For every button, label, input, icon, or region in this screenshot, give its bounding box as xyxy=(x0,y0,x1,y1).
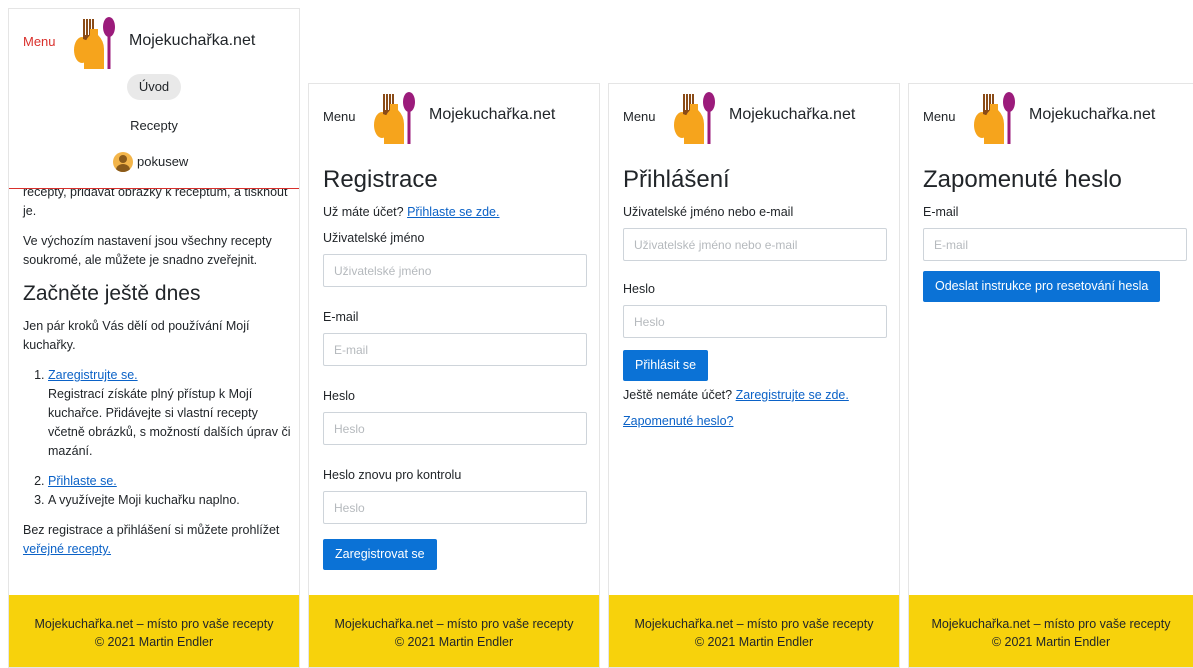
register-screen: Menu Mojekuchařka.net Registrace Už máte… xyxy=(308,83,600,668)
password-label: Heslo xyxy=(623,282,655,296)
username: pokusew xyxy=(137,154,189,169)
footer-tagline: Mojekuchařka.net – místo pro vaše recept… xyxy=(634,617,874,631)
email-field[interactable] xyxy=(923,228,1187,261)
have-account-text: Už máte účet? xyxy=(323,205,404,219)
footer-copyright: © 2021 Martin Endler xyxy=(694,635,814,649)
register-link[interactable]: Zaregistrujte se zde. xyxy=(736,388,849,402)
footer: Mojekuchařka.net – místo pro vaše recept… xyxy=(909,595,1193,667)
email-label: E-mail xyxy=(323,310,359,324)
email-label: E-mail xyxy=(923,205,959,219)
nav-item-home[interactable]: Úvod xyxy=(127,74,181,100)
steps-list: Zaregistrujte se. Registrací získáte pln… xyxy=(23,366,293,510)
have-account-line: Už máte účet? Přihlaste se zde. xyxy=(323,204,587,220)
header: Menu Mojekuchařka.net xyxy=(309,84,599,150)
outro-paragraph: Bez registrace a přihlášení si můžete pr… xyxy=(23,521,293,559)
login-screen: Menu Mojekuchařka.net Přihlášení Uživate… xyxy=(608,83,900,668)
password-field[interactable] xyxy=(623,305,887,338)
footer: Mojekuchařka.net – místo pro vaše recept… xyxy=(309,595,599,667)
brand-name[interactable]: Mojekuchařka.net xyxy=(729,106,855,124)
no-account-text: Ještě nemáte účet? xyxy=(623,388,733,402)
login-link[interactable]: Přihlaste se zde. xyxy=(407,205,499,219)
logo-icon[interactable] xyxy=(371,88,417,146)
forgot-form: Zapomenuté heslo E-mail Odeslat instrukc… xyxy=(923,164,1187,302)
footer-copyright: © 2021 Martin Endler xyxy=(991,635,1111,649)
user-label: Uživatelské jméno nebo e-mail xyxy=(623,205,794,219)
password-label: Heslo xyxy=(323,389,355,403)
footer-copyright: © 2021 Martin Endler xyxy=(94,635,214,649)
footer: Mojekuchařka.net – místo pro vaše recept… xyxy=(9,595,299,667)
forgot-password-screen: Menu Mojekuchařka.net Zapomenuté heslo E… xyxy=(908,83,1193,668)
brand-name[interactable]: Mojekuchařka.net xyxy=(129,32,255,50)
intro-paragraph-2: Ve výchozím nastavení jsou všechny recep… xyxy=(23,234,272,267)
menu-toggle[interactable]: Menu xyxy=(923,109,956,124)
register-link[interactable]: Zaregistrujte se. xyxy=(48,368,138,382)
brand-name[interactable]: Mojekuchařka.net xyxy=(1029,106,1155,124)
step-description: Registrací získáte plný přístup k Mojí k… xyxy=(48,387,291,458)
password-field[interactable] xyxy=(323,412,587,445)
outro-text: Bez registrace a přihlášení si můžete pr… xyxy=(23,523,280,537)
nav-item-recipes[interactable]: Recepty xyxy=(9,118,299,133)
login-form: Přihlášení Uživatelské jméno nebo e-mail… xyxy=(623,164,887,439)
send-reset-button[interactable]: Odeslat instrukce pro resetování hesla xyxy=(923,271,1161,302)
public-recipes-link[interactable]: veřejné recepty. xyxy=(23,542,111,556)
user-avatar-icon xyxy=(113,152,133,172)
email-field[interactable] xyxy=(323,333,587,366)
user-field[interactable] xyxy=(623,228,887,261)
login-button[interactable]: Přihlásit se xyxy=(623,350,709,381)
password-confirm-label: Heslo znovu pro kontrolu xyxy=(323,468,462,482)
footer: Mojekuchařka.net – místo pro vaše recept… xyxy=(609,595,899,667)
brand-name[interactable]: Mojekuchařka.net xyxy=(429,106,555,124)
footer-tagline: Mojekuchařka.net – místo pro vaše recept… xyxy=(34,617,274,631)
header: Menu Mojekuchařka.net xyxy=(609,84,899,150)
list-item: Zaregistrujte se. Registrací získáte pln… xyxy=(48,366,293,461)
page-title: Zapomenuté heslo xyxy=(923,166,1122,193)
no-account-line: Ještě nemáte účet? Zaregistrujte se zde. xyxy=(623,387,887,403)
logo-icon[interactable] xyxy=(71,13,117,71)
footer-tagline: Mojekuchařka.net – místo pro vaše recept… xyxy=(334,617,574,631)
forgot-line: Zapomenuté heslo? xyxy=(623,413,887,429)
login-link[interactable]: Přihlaste se. xyxy=(48,474,117,488)
menu-toggle[interactable]: Menu xyxy=(23,34,56,49)
register-form: Registrace Už máte účet? Přihlaste se zd… xyxy=(323,164,587,570)
list-item: Přihlaste se. xyxy=(48,472,293,491)
page-title: Přihlášení xyxy=(623,166,730,193)
start-intro: Jen pár kroků Vás dělí od používání Mojí… xyxy=(23,319,250,352)
forgot-password-link[interactable]: Zapomenuté heslo? xyxy=(623,414,734,428)
header: Menu Mojekuchařka.net xyxy=(909,84,1193,150)
nav-dropdown: Menu Mojekuchařka.net Úvod Recepty pokus… xyxy=(9,9,299,189)
home-screen: recepty, přidávat obrázky k receptům, a … xyxy=(8,8,300,668)
start-today-heading: Začněte ještě dnes xyxy=(23,282,201,305)
footer-tagline: Mojekuchařka.net – místo pro vaše recept… xyxy=(931,617,1171,631)
footer-copyright: © 2021 Martin Endler xyxy=(394,635,514,649)
step-description: A využívejte Moji kuchařku naplno. xyxy=(48,493,240,507)
menu-toggle[interactable]: Menu xyxy=(323,109,356,124)
username-label: Uživatelské jméno xyxy=(323,231,425,245)
password-confirm-field[interactable] xyxy=(323,491,587,524)
nav-item-user[interactable]: pokusew xyxy=(113,152,188,172)
home-content: recepty, přidávat obrázky k receptům, a … xyxy=(23,183,293,570)
list-item: A využívejte Moji kuchařku naplno. xyxy=(48,491,293,510)
logo-icon[interactable] xyxy=(971,88,1017,146)
username-field[interactable] xyxy=(323,254,587,287)
menu-toggle[interactable]: Menu xyxy=(623,109,656,124)
page-title: Registrace xyxy=(323,166,438,193)
logo-icon[interactable] xyxy=(671,88,717,146)
register-button[interactable]: Zaregistrovat se xyxy=(323,539,437,570)
